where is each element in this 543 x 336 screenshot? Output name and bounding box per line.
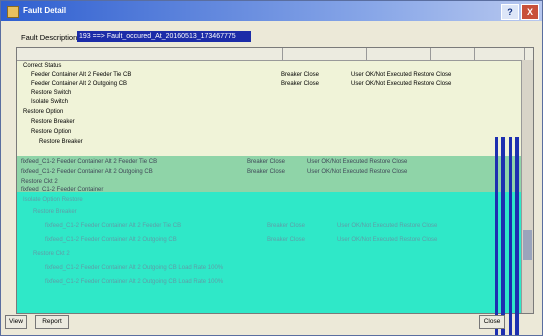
tree-row[interactable]: fixfeed_C1-2 Feeder Container Alt 2 Feed… — [17, 158, 533, 167]
tree-row[interactable]: Restore Breaker — [17, 208, 533, 217]
help-button[interactable]: ? — [501, 4, 519, 20]
tree-row[interactable]: fixfeed_C1-2 Feeder Container Alt 2 Feed… — [17, 222, 533, 231]
tree-row[interactable]: fixfeed_C1-2 Feeder Container Alt 2 Outg… — [17, 236, 533, 245]
selected-group-band: fixfeed_C1-2 Feeder Container Alt 2 Feed… — [17, 156, 533, 193]
artifact-bars — [495, 137, 519, 335]
column-header[interactable] — [367, 48, 431, 60]
highlighted-group-band: Isolate Option Restore Restore Breaker f… — [17, 192, 533, 313]
title-bar[interactable]: Fault Detail ? X — [1, 1, 542, 21]
column-header[interactable] — [475, 48, 525, 60]
tree-row[interactable]: fixfeed_C1-2 Feeder Container Alt 2 Outg… — [17, 168, 533, 177]
window-title: Fault Detail — [23, 6, 67, 15]
tree-row[interactable]: fixfeed_C1-2 Feeder Container Alt 2 Outg… — [17, 278, 533, 287]
fault-detail-window: Fault Detail ? X Fault Description 193 =… — [0, 0, 543, 336]
scrollbar-thumb[interactable] — [523, 230, 532, 260]
column-header[interactable] — [283, 48, 367, 60]
fault-description-label: Fault Description — [21, 33, 78, 42]
column-header[interactable] — [431, 48, 475, 60]
vertical-scrollbar[interactable] — [521, 60, 533, 313]
tree-header — [17, 48, 533, 61]
fault-tree-view[interactable]: Correct Status Feeder Container Alt 2 Fe… — [16, 47, 534, 314]
app-icon — [7, 6, 19, 18]
tree-row[interactable]: Restore Ckt 2 — [17, 250, 533, 259]
tree-row[interactable]: fixfeed_C1-2 Feeder Container Alt 2 Outg… — [17, 264, 533, 273]
column-header[interactable] — [17, 48, 283, 60]
close-window-button[interactable]: X — [521, 4, 539, 20]
view-button[interactable]: View — [5, 315, 27, 329]
fault-description-field[interactable]: 193 ==> Fault_occured_At_20160513_173467… — [77, 31, 251, 42]
close-button[interactable]: Close — [479, 315, 505, 329]
report-button[interactable]: Report — [35, 315, 69, 329]
tree-row[interactable]: Isolate Option Restore — [17, 196, 533, 205]
